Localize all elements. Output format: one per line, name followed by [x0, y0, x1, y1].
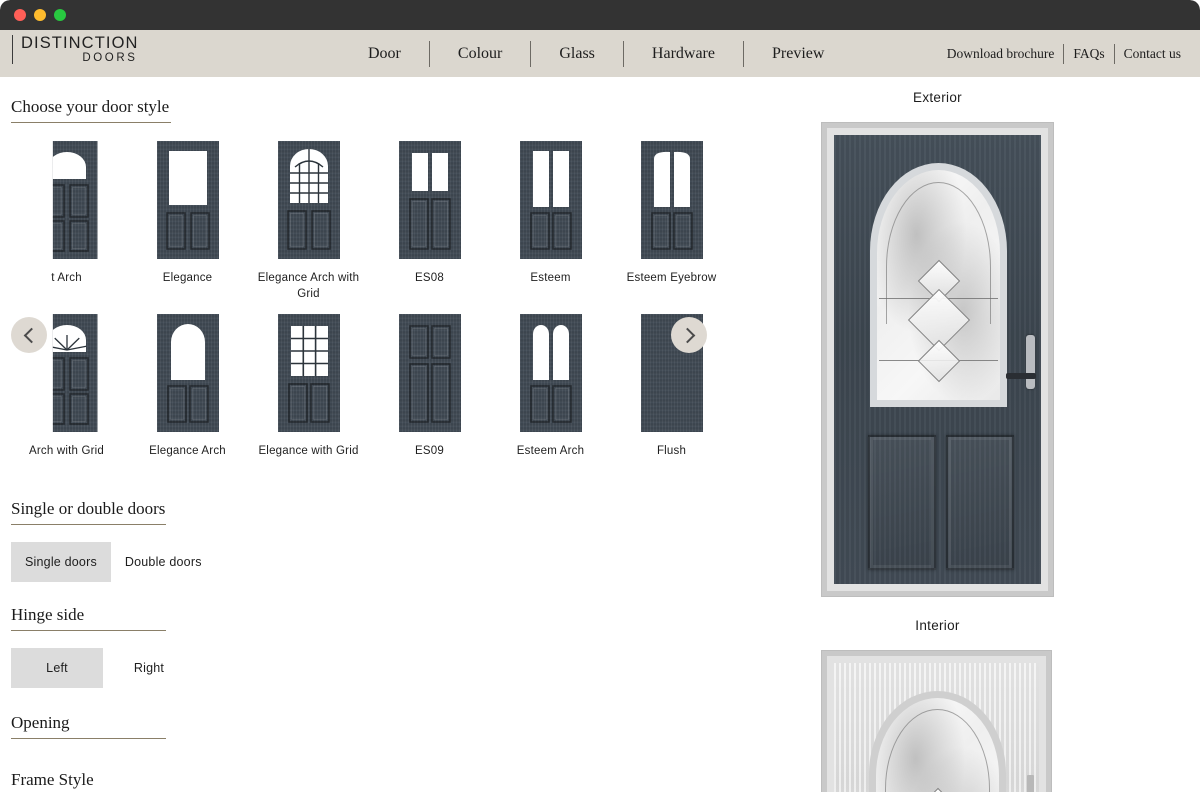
option-hinge-left[interactable]: Left — [11, 648, 103, 688]
carousel-prev-button[interactable] — [11, 317, 47, 353]
door-style-section: Choose your door style t Arch Elegance Ele… — [0, 77, 800, 472]
minimize-window-button[interactable] — [34, 9, 46, 21]
door-thumbnail — [277, 141, 340, 259]
carousel-next-button[interactable] — [671, 317, 707, 353]
door-panel-left — [868, 435, 936, 570]
door-style-option-8[interactable]: Elegance with Grid — [254, 314, 364, 460]
main-navigation: Door Colour Glass Hardware Preview — [340, 30, 852, 77]
door-style-option-5[interactable]: Esteem Eyebrow — [617, 141, 727, 302]
door-style-option-3[interactable]: ES08 — [375, 141, 485, 302]
site-header: DISTINCTION DOORS Door Colour Glass Hard… — [0, 30, 1200, 77]
door-style-option-2[interactable]: Elegance Arch with Grid — [254, 141, 364, 302]
door-style-label: t Arch — [51, 272, 82, 284]
chevron-left-icon — [23, 327, 39, 343]
door-thumbnail — [519, 314, 582, 433]
interior-caption: Interior — [915, 618, 960, 633]
brand-tagline: DOORS — [82, 52, 138, 65]
nav-item-colour[interactable]: Colour — [430, 45, 530, 63]
hinge-side-heading: Hinge side — [11, 605, 85, 624]
door-style-label: ES09 — [415, 445, 444, 458]
door-style-label: Flush — [656, 445, 687, 458]
section-rule — [11, 524, 166, 525]
exterior-door-frame — [827, 128, 1048, 591]
option-hinge-right[interactable]: Right — [103, 648, 195, 688]
door-thumbnail — [156, 141, 219, 259]
door-hinge — [1027, 775, 1034, 792]
contact-us-link[interactable]: Contact us — [1115, 46, 1190, 62]
opening-heading: Opening — [11, 713, 70, 732]
section-rule — [11, 630, 166, 631]
door-style-label: Elegance Arch — [149, 445, 226, 458]
chevron-right-icon — [679, 327, 695, 343]
browser-window: DISTINCTION DOORS Door Colour Glass Hard… — [0, 0, 1200, 792]
door-style-grid: t Arch Elegance Elegance Arch with Grid ES0… — [6, 141, 776, 472]
section-rule — [11, 738, 166, 739]
door-style-heading: Choose your door style — [11, 97, 170, 116]
door-thumbnail — [156, 314, 219, 433]
brand-name: DISTINCTION — [21, 34, 139, 52]
brand-logo[interactable]: DISTINCTION DOORS — [12, 34, 139, 65]
door-style-label: Arch with Grid — [28, 445, 104, 458]
opening-section: Opening — [0, 713, 400, 739]
door-style-label: Esteem Arch — [516, 445, 585, 458]
nav-item-preview[interactable]: Preview — [744, 45, 852, 63]
door-style-label: Esteem — [530, 272, 571, 284]
close-window-button[interactable] — [14, 9, 26, 21]
maximize-window-button[interactable] — [54, 9, 66, 21]
interior-door-preview[interactable] — [821, 650, 1052, 792]
option-double-doors[interactable]: Double doors — [111, 542, 216, 582]
single-or-double-options: Single doors Double doors — [11, 542, 400, 582]
section-rule — [11, 122, 171, 123]
lead-arch-ring — [884, 708, 991, 792]
door-thumbnail — [277, 314, 340, 433]
configurator-panel: Choose your door style t Arch Elegance Ele… — [0, 77, 800, 792]
door-style-option-10[interactable]: Esteem Arch — [496, 314, 606, 460]
interior-door-frame — [827, 656, 1046, 792]
door-style-label: ES08 — [415, 272, 444, 284]
door-style-option-9[interactable]: ES09 — [375, 314, 485, 460]
lead-diamond — [917, 339, 960, 383]
door-style-label: Elegance — [162, 272, 213, 284]
door-style-label: Esteem Eyebrow — [626, 272, 717, 284]
option-single-doors[interactable]: Single doors — [11, 542, 111, 582]
exterior-caption: Exterior — [913, 90, 962, 105]
single-or-double-section: Single or double doors Single doors Doub… — [0, 499, 400, 582]
glass-pane — [876, 698, 999, 792]
door-panel-right — [946, 435, 1014, 570]
hinge-side-section: Hinge side Left Right — [0, 605, 400, 688]
frame-style-section: Frame Style — [0, 770, 400, 792]
door-style-label: Elegance Arch with Grid — [257, 272, 360, 300]
door-style-label: Elegance with Grid — [258, 445, 359, 458]
door-style-option-0[interactable]: t Arch — [12, 141, 122, 302]
door-style-carousel: t Arch Elegance Elegance Arch with Grid ES0… — [0, 141, 800, 472]
nav-item-door[interactable]: Door — [340, 45, 429, 63]
faqs-link[interactable]: FAQs — [1064, 46, 1113, 62]
door-thumbnail — [398, 314, 461, 433]
nav-item-hardware[interactable]: Hardware — [624, 45, 743, 63]
hinge-side-options: Left Right — [11, 648, 400, 688]
door-style-option-7[interactable]: Elegance Arch — [133, 314, 243, 460]
download-brochure-link[interactable]: Download brochure — [938, 46, 1064, 62]
door-thumbnail — [36, 141, 98, 259]
door-thumbnail — [398, 141, 461, 259]
door-thumbnail — [519, 141, 582, 259]
door-lever-handle — [1006, 373, 1036, 379]
exterior-door-preview[interactable] — [821, 122, 1054, 597]
glass-pane — [877, 170, 1000, 400]
door-preview-panel: Exterior Interior — [800, 77, 1200, 792]
window-titlebar — [0, 0, 1200, 30]
nav-item-glass[interactable]: Glass — [531, 45, 623, 63]
door-style-option-4[interactable]: Esteem — [496, 141, 606, 302]
exterior-glass-panel — [870, 163, 1007, 407]
door-style-option-1[interactable]: Elegance — [133, 141, 243, 302]
frame-style-heading: Frame Style — [11, 770, 94, 789]
utility-navigation: Download brochure FAQs Contact us — [938, 30, 1190, 77]
door-pull-handle — [1026, 335, 1035, 389]
door-thumbnail — [640, 141, 703, 259]
single-or-double-heading: Single or double doors — [11, 499, 166, 518]
